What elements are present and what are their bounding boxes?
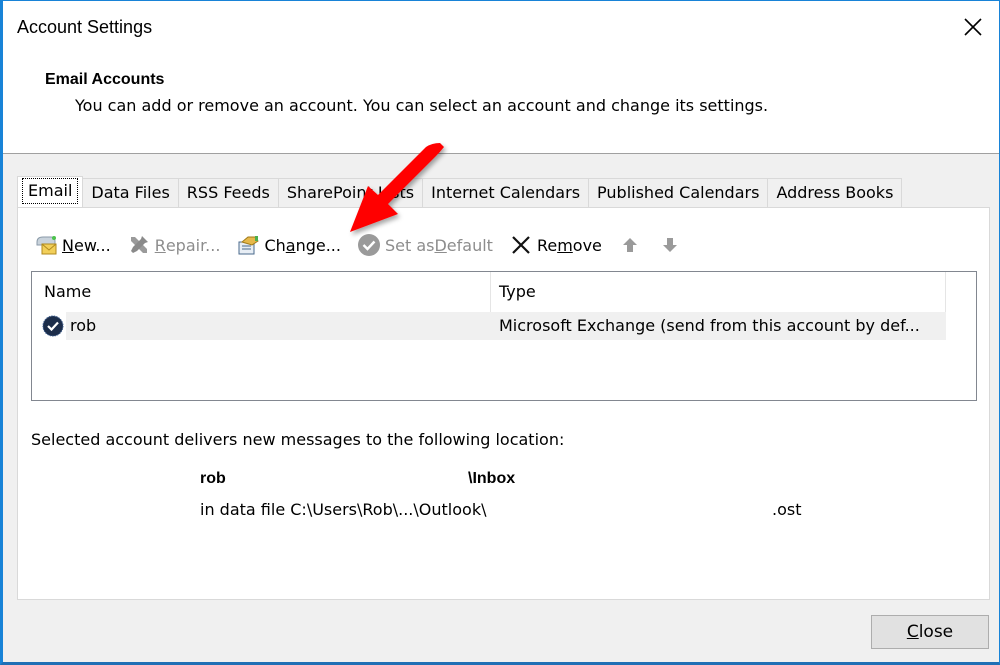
access-key: R [154, 235, 166, 255]
delivery-account-name: rob [200, 470, 226, 487]
delivery-description: Selected account delivers new messages t… [31, 430, 565, 449]
repair-button[interactable]: Repair... [127, 233, 221, 257]
account-settings-dialog: Account Settings Email Accounts You can … [0, 0, 1000, 665]
default-account-check-icon [42, 315, 64, 337]
accounts-list[interactable]: Name Type rob Microsoft Exchange (send f… [31, 271, 977, 401]
close-button[interactable]: Close [871, 615, 989, 649]
change-account-icon [236, 233, 260, 257]
move-up-button[interactable] [618, 233, 646, 257]
label-part: efault [446, 235, 493, 255]
access-key: m [557, 235, 573, 255]
tab-address-books[interactable]: Address Books [767, 178, 903, 207]
new-account-button[interactable]: New... [34, 233, 111, 257]
checkmark-circle-icon [357, 233, 381, 257]
label-part: lose [918, 622, 954, 642]
label-part: Re [536, 235, 558, 255]
account-name: rob [66, 312, 491, 340]
account-row[interactable]: rob Microsoft Exchange (send from this a… [32, 312, 946, 340]
close-window-button[interactable] [959, 13, 987, 41]
dialog-title: Account Settings [17, 17, 153, 37]
section-description: You can add or remove an account. You ca… [75, 96, 769, 115]
set-as-default-button[interactable]: Set as Default [357, 233, 493, 257]
label-part: epair... [165, 235, 221, 255]
account-type-cell: Microsoft Exchange (send from this accou… [491, 312, 946, 340]
x-icon [509, 233, 533, 257]
label-part: ew... [73, 235, 111, 255]
access-key: C [906, 622, 919, 642]
account-toolbar: New... Repair... Ch a nge... Set as D ef… [34, 232, 702, 258]
delivery-data-file-path: in data file C:\Users\Rob\...\Outlook\ [200, 500, 487, 519]
section-title: Email Accounts [45, 71, 165, 88]
tab-label: Email [22, 178, 79, 204]
tab-bar: Email Data Files RSS Feeds SharePoint Li… [17, 176, 903, 207]
new-account-icon [34, 233, 58, 257]
label-part: Ch [264, 235, 286, 255]
dialog-header: Account Settings Email Accounts You can … [3, 1, 999, 154]
move-down-button[interactable] [658, 233, 686, 257]
email-tab-panel: New... Repair... Ch a nge... Set as D ef… [17, 207, 990, 600]
column-header-type[interactable]: Type [491, 272, 946, 312]
label-part: Set as [384, 235, 435, 255]
tab-data-files[interactable]: Data Files [82, 178, 179, 207]
delivery-data-file-extension: .ost [772, 500, 802, 519]
tab-internet-calendars[interactable]: Internet Calendars [422, 178, 590, 207]
column-header-name[interactable]: Name [32, 272, 491, 312]
arrow-up-icon [618, 233, 642, 257]
list-header: Name Type [32, 272, 946, 312]
remove-account-button[interactable]: Re m ove [509, 233, 602, 257]
repair-tools-icon [127, 233, 151, 257]
access-key: N [62, 235, 74, 255]
tab-published-calendars[interactable]: Published Calendars [588, 178, 769, 207]
tab-email[interactable]: Email [17, 176, 84, 207]
account-name-cell: rob [32, 312, 491, 340]
label-part: nge... [295, 235, 341, 255]
close-icon [964, 18, 982, 36]
label-part: ove [572, 235, 602, 255]
tab-sharepoint-lists[interactable]: SharePoint Lists [277, 178, 424, 207]
delivery-folder: \Inbox [468, 470, 516, 487]
access-key: D [434, 235, 447, 255]
access-key: a [285, 235, 296, 255]
arrow-down-icon [658, 233, 682, 257]
change-account-button[interactable]: Ch a nge... [236, 233, 341, 257]
tab-rss-feeds[interactable]: RSS Feeds [177, 178, 279, 207]
